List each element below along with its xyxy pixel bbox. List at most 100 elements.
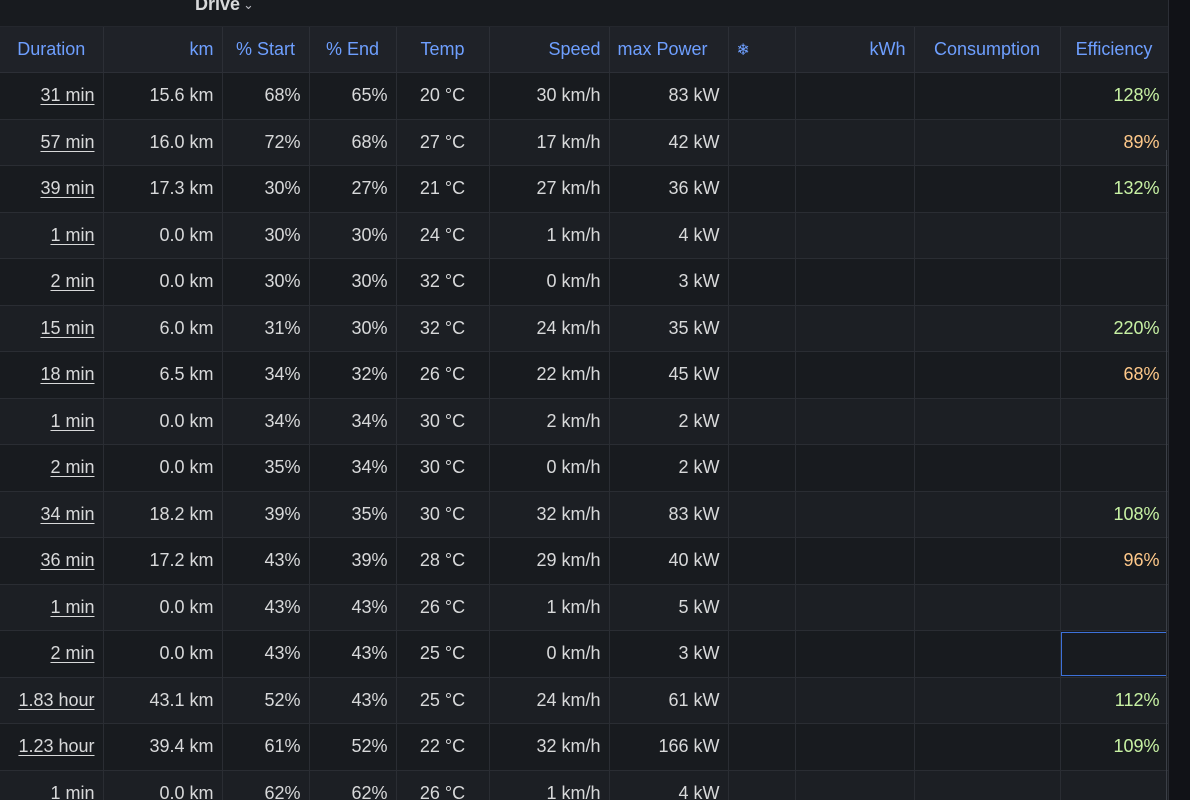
cell-speed: 32 km/h <box>489 491 610 538</box>
snowflake-icon[interactable]: ❄ <box>728 27 796 73</box>
cell-efficiency: 132% <box>1060 165 1168 213</box>
cell-end: 27% <box>309 165 397 213</box>
duration-link[interactable]: 1 min <box>50 597 94 617</box>
duration-link[interactable]: 1 min <box>50 225 94 245</box>
cell-climate <box>728 770 796 800</box>
table-row[interactable]: 2 min 0.0 km 43% 43% 25 °C 0 km/h 3 kW <box>0 630 1168 678</box>
cell-efficiency <box>1060 770 1168 800</box>
cell-duration[interactable]: 2 min <box>0 630 104 678</box>
cell-duration[interactable]: 18 min <box>0 351 104 399</box>
table-row[interactable]: 36 min 17.2 km 43% 39% 28 °C 29 km/h 40 kW 96% <box>0 537 1168 585</box>
column-header-speed[interactable]: Speed <box>489 27 610 73</box>
cell-power: 3 kW <box>609 258 729 306</box>
column-header-end[interactable]: % End <box>309 27 397 73</box>
duration-link[interactable]: 36 min <box>40 550 94 570</box>
table-row[interactable]: 1.83 hour 43.1 km 52% 43% 25 °C 24 km/h 61 kW 1… <box>0 677 1168 724</box>
cell-kwh <box>795 351 915 399</box>
cell-duration[interactable]: 1 min <box>0 212 104 259</box>
cell-duration[interactable]: 2 min <box>0 444 104 492</box>
table-row[interactable]: 57 min 16.0 km 72% 68% 27 °C 17 km/h 42 kW 89% <box>0 119 1168 166</box>
column-header-start[interactable]: % Start <box>222 27 310 73</box>
cell-km: 0.0 km <box>103 258 223 306</box>
table-row[interactable]: 1 min 0.0 km 43% 43% 26 °C 1 km/h 5 kW <box>0 584 1168 631</box>
cell-temp: 32 °C <box>396 305 490 352</box>
cell-duration[interactable]: 1.83 hour <box>0 677 104 724</box>
cell-start: 62% <box>222 770 310 800</box>
cell-start: 68% <box>222 72 310 120</box>
cell-duration[interactable]: 39 min <box>0 165 104 213</box>
column-header-km[interactable]: km <box>103 27 223 73</box>
cell-km: 0.0 km <box>103 212 223 259</box>
cell-efficiency <box>1060 212 1168 259</box>
cell-km: 0.0 km <box>103 398 223 445</box>
cell-temp: 26 °C <box>396 584 490 631</box>
table-row[interactable]: 1 min 0.0 km 62% 62% 26 °C 1 km/h 4 kW <box>0 770 1168 800</box>
cell-end: 35% <box>309 491 397 538</box>
cell-end: 43% <box>309 630 397 678</box>
cell-end: 43% <box>309 677 397 724</box>
table-row[interactable]: 2 min 0.0 km 30% 30% 32 °C 0 km/h 3 kW <box>0 258 1168 306</box>
table-row[interactable]: 34 min 18.2 km 39% 35% 30 °C 32 km/h 83 kW 108% <box>0 491 1168 538</box>
duration-link[interactable]: 57 min <box>40 132 94 152</box>
table-row[interactable]: 1.23 hour 39.4 km 61% 52% 22 °C 32 km/h 166 kW… <box>0 723 1168 771</box>
duration-link[interactable]: 1.83 hour <box>18 690 94 710</box>
column-header-temp[interactable]: Temp <box>396 27 490 73</box>
column-header-efficiency[interactable]: Efficiency <box>1060 27 1168 73</box>
column-header-kwh[interactable]: kWh <box>795 27 915 73</box>
cell-efficiency: 109% <box>1060 723 1168 771</box>
chevron-down-icon[interactable]: ⌄ <box>243 0 254 13</box>
cell-speed: 24 km/h <box>489 305 610 352</box>
column-header-max-power[interactable]: max Power <box>609 27 729 73</box>
table-row[interactable]: 2 min 0.0 km 35% 34% 30 °C 0 km/h 2 kW <box>0 444 1168 492</box>
duration-link[interactable]: 1 min <box>50 783 94 800</box>
cell-consumption <box>914 677 1061 724</box>
cell-efficiency: 220% <box>1060 305 1168 352</box>
cell-end: 30% <box>309 305 397 352</box>
table-row[interactable]: 18 min 6.5 km 34% 32% 26 °C 22 km/h 45 kW 68% <box>0 351 1168 399</box>
scrollbar-track[interactable] <box>1166 150 1167 800</box>
cell-consumption <box>914 491 1061 538</box>
cell-duration[interactable]: 34 min <box>0 491 104 538</box>
table-row[interactable]: 1 min 0.0 km 34% 34% 30 °C 2 km/h 2 kW <box>0 398 1168 445</box>
duration-link[interactable]: 15 min <box>40 318 94 338</box>
cell-duration[interactable]: 1 min <box>0 770 104 800</box>
duration-link[interactable]: 1.23 hour <box>18 736 94 756</box>
cell-consumption <box>914 537 1061 585</box>
table-row[interactable]: 39 min 17.3 km 30% 27% 21 °C 27 km/h 36 kW 132% <box>0 165 1168 213</box>
table-row[interactable]: 31 min 15.6 km 68% 65% 20 °C 30 km/h 83 kW 128% <box>0 72 1168 120</box>
duration-link[interactable]: 18 min <box>40 364 94 384</box>
cell-temp: 28 °C <box>396 537 490 585</box>
cell-duration[interactable]: 1 min <box>0 584 104 631</box>
cell-speed: 0 km/h <box>489 444 610 492</box>
group-label[interactable]: Drive <box>195 0 240 15</box>
duration-link[interactable]: 31 min <box>40 85 94 105</box>
cell-duration[interactable]: 57 min <box>0 119 104 166</box>
scrollbar-gutter[interactable] <box>1168 0 1190 800</box>
cell-start: 52% <box>222 677 310 724</box>
cell-duration[interactable]: 36 min <box>0 537 104 585</box>
cell-end: 43% <box>309 584 397 631</box>
group-header[interactable]: Drive ⌄ <box>0 0 1168 27</box>
cell-duration[interactable]: 1 min <box>0 398 104 445</box>
duration-link[interactable]: 2 min <box>50 271 94 291</box>
cell-speed: 1 km/h <box>489 770 610 800</box>
cell-duration[interactable]: 31 min <box>0 72 104 120</box>
cell-duration[interactable]: 1.23 hour <box>0 723 104 771</box>
table-row[interactable]: 1 min 0.0 km 30% 30% 24 °C 1 km/h 4 kW <box>0 212 1168 259</box>
cell-kwh <box>795 212 915 259</box>
duration-link[interactable]: 2 min <box>50 457 94 477</box>
cell-kwh <box>795 630 915 678</box>
cell-climate <box>728 537 796 585</box>
duration-link[interactable]: 34 min <box>40 504 94 524</box>
cell-consumption <box>914 584 1061 631</box>
cell-km: 0.0 km <box>103 584 223 631</box>
duration-link[interactable]: 2 min <box>50 643 94 663</box>
cell-power: 83 kW <box>609 72 729 120</box>
duration-link[interactable]: 39 min <box>40 178 94 198</box>
cell-duration[interactable]: 15 min <box>0 305 104 352</box>
column-header-consumption[interactable]: Consumption <box>914 27 1061 73</box>
column-header-duration[interactable]: Duration <box>0 27 104 73</box>
cell-duration[interactable]: 2 min <box>0 258 104 306</box>
table-row[interactable]: 15 min 6.0 km 31% 30% 32 °C 24 km/h 35 kW 220% <box>0 305 1168 352</box>
duration-link[interactable]: 1 min <box>50 411 94 431</box>
